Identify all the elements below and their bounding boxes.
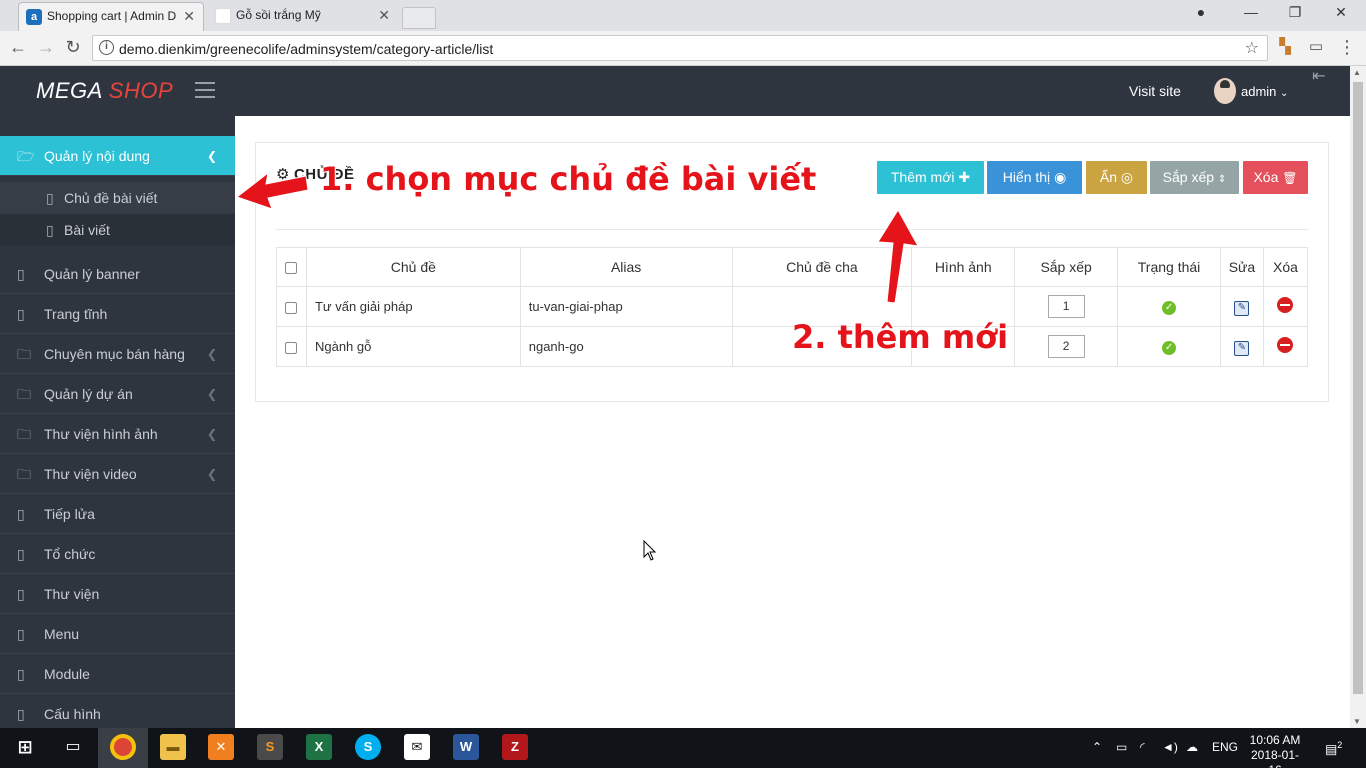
windows-start-icon[interactable]: ⊞: [12, 734, 38, 760]
taskbar: ⊞ ▭ ▬ ✕ S X S ✉ W Z ⌃ ▭ ◜ ◄) ☁ ENG 10:06…: [0, 728, 1366, 777]
arrow-to-add-button: [877, 209, 919, 304]
word-icon[interactable]: W: [453, 734, 479, 760]
chrome-icon[interactable]: [110, 734, 136, 760]
mouse-cursor-icon: [643, 540, 657, 561]
cloud-icon[interactable]: ☁: [1186, 740, 1198, 754]
clock-date: 2018-01-16: [1250, 748, 1300, 777]
notification-icon[interactable]: ▤2: [1325, 740, 1342, 757]
language-indicator[interactable]: ENG: [1212, 740, 1238, 754]
clock-time: 10:06 AM: [1249, 733, 1301, 747]
scroll-up-icon[interactable]: ▲: [1353, 68, 1361, 77]
excel-icon[interactable]: X: [306, 734, 332, 760]
scroll-thumb[interactable]: [1353, 82, 1363, 694]
vertical-scrollbar[interactable]: ▲ ▼: [1350, 66, 1366, 728]
annotation-step1: 1. chọn mục chủ đề bài viết: [320, 160, 817, 198]
volume-icon[interactable]: ◄): [1162, 740, 1178, 754]
mail-icon[interactable]: ✉: [404, 734, 430, 760]
tray-chevron-up-icon[interactable]: ⌃: [1092, 740, 1102, 754]
arrow-to-sidebar: [235, 171, 309, 210]
filezilla-icon[interactable]: Z: [502, 734, 528, 760]
annotation-step2: 2. thêm mới: [792, 318, 1009, 356]
task-view-icon[interactable]: ▭: [60, 734, 86, 760]
wifi-icon[interactable]: ◜: [1140, 740, 1145, 754]
skype-icon[interactable]: S: [355, 734, 381, 760]
scroll-down-icon[interactable]: ▼: [1353, 717, 1361, 726]
notification-count: 2: [1337, 740, 1343, 750]
system-clock[interactable]: 10:06 AM 2018-01-16: [1245, 733, 1305, 778]
file-explorer-icon[interactable]: ▬: [160, 734, 186, 760]
annotation-arrows: [235, 171, 919, 304]
battery-icon[interactable]: ▭: [1116, 740, 1127, 754]
xampp-icon[interactable]: ✕: [208, 734, 234, 760]
sublime-text-icon[interactable]: S: [257, 734, 283, 760]
